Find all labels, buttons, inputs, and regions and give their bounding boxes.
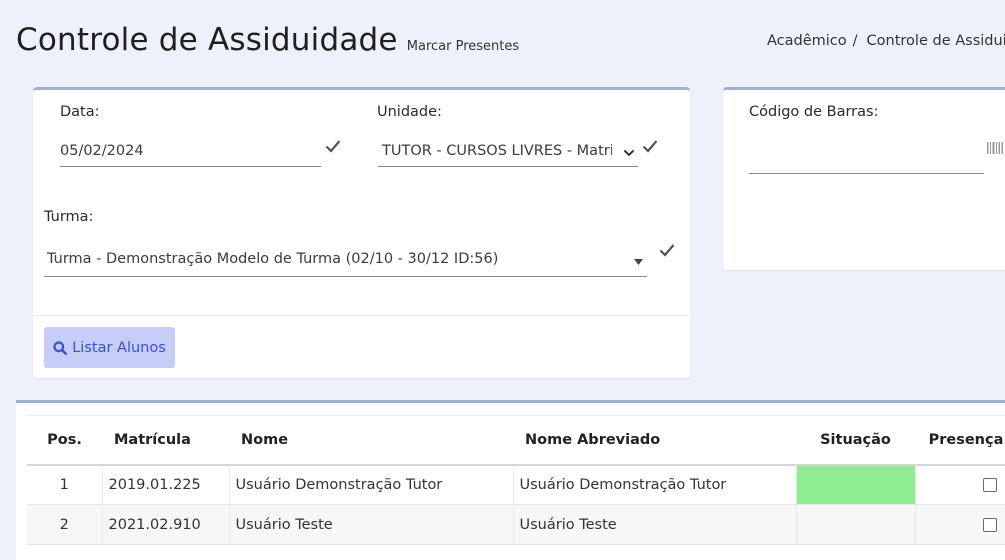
cell-nome-abreviado: Usuário Demonstração Tutor	[513, 464, 797, 505]
cell-presenca	[915, 504, 1005, 545]
table-row: 1 2019.01.225 Usuário Demonstração Tutor…	[27, 464, 1005, 505]
barcode-card: Código de Barras:	[723, 87, 1005, 270]
unidade-value: TUTOR - CURSOS LIVRES - Matriz - Tutor	[382, 143, 612, 159]
turma-label: Turma:	[44, 209, 94, 225]
data-field[interactable]: 05/02/2024	[60, 143, 321, 167]
check-icon	[642, 140, 658, 153]
page-subtitle: Marcar Presentes	[406, 39, 520, 54]
students-table: Pos. Matrícula Nome Nome Abreviado Situa…	[27, 415, 1005, 545]
data-value: 05/02/2024	[60, 143, 144, 159]
page-heading: Controle de Assiduidade	[16, 22, 398, 58]
col-pos[interactable]: Pos.	[27, 415, 102, 466]
breadcrumb-separator: /	[852, 33, 858, 49]
cell-matricula: 2019.01.225	[102, 464, 230, 505]
data-label: Data:	[60, 104, 100, 120]
listar-alunos-label: Listar Alunos	[72, 339, 166, 356]
presenca-checkbox[interactable]	[983, 517, 997, 532]
cell-situacao	[796, 464, 916, 505]
cell-pos: 2	[27, 504, 103, 545]
barcode-icon	[987, 142, 1003, 154]
col-presenca[interactable]: Presença	[915, 415, 1005, 466]
breadcrumb: Acadêmico / Controle de Assiduidade	[767, 33, 1005, 49]
page-title: Controle de Assiduidade Marcar Presentes	[16, 22, 519, 58]
listar-alunos-button[interactable]: Listar Alunos	[44, 327, 175, 368]
turma-value: Turma - Demonstração Modelo de Turma (02…	[47, 251, 499, 267]
barcode-input[interactable]	[749, 150, 984, 174]
cell-nome-abreviado: Usuário Teste	[513, 504, 797, 545]
students-table-card: Pos. Matrícula Nome Nome Abreviado Situa…	[16, 400, 1005, 560]
unidade-select[interactable]: TUTOR - CURSOS LIVRES - Matriz - Tutor	[378, 143, 638, 167]
col-nome-abreviado[interactable]: Nome Abreviado	[513, 415, 796, 466]
caret-down-icon[interactable]	[634, 259, 643, 265]
col-situacao[interactable]: Situação	[796, 415, 915, 466]
col-matricula[interactable]: Matrícula	[102, 415, 229, 466]
cell-nome: Usuário Teste	[229, 504, 514, 545]
turma-select[interactable]: Turma - Demonstração Modelo de Turma (02…	[44, 250, 647, 277]
cell-situacao	[796, 504, 916, 545]
filter-card: Data: 05/02/2024 Unidade: TUTOR - CURSOS…	[33, 87, 690, 378]
search-icon	[53, 340, 68, 355]
cell-matricula: 2021.02.910	[102, 504, 230, 545]
chevron-down-icon[interactable]	[623, 148, 635, 158]
breadcrumb-item-current: Controle de Assiduidade	[866, 33, 1005, 49]
unidade-label: Unidade:	[377, 104, 442, 120]
table-row: 2 2021.02.910 Usuário Teste Usuário Test…	[27, 504, 1005, 545]
cell-nome: Usuário Demonstração Tutor	[229, 464, 514, 505]
presenca-checkbox[interactable]	[983, 477, 997, 492]
cell-presenca	[915, 464, 1005, 505]
card-divider	[33, 315, 690, 316]
check-icon	[659, 244, 675, 257]
cell-pos: 1	[27, 464, 103, 505]
barcode-label: Código de Barras:	[749, 104, 879, 120]
col-nome[interactable]: Nome	[229, 415, 513, 466]
breadcrumb-item-academico[interactable]: Acadêmico	[767, 33, 847, 49]
check-icon	[325, 140, 341, 153]
table-header-row: Pos. Matrícula Nome Nome Abreviado Situa…	[27, 415, 1005, 466]
